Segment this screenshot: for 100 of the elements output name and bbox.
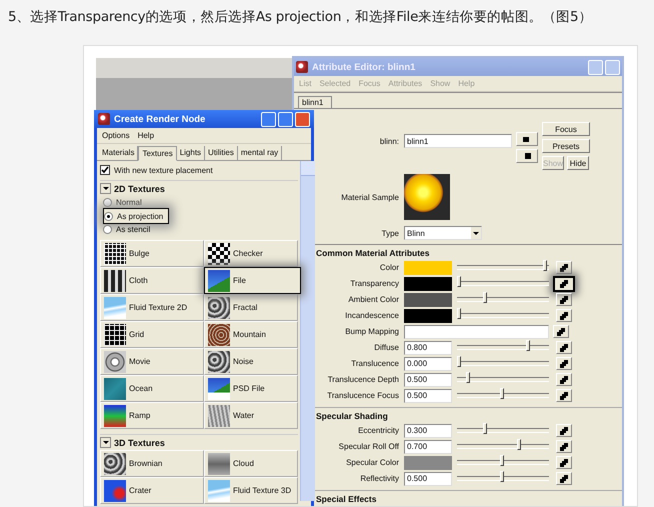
color-swatch[interactable] (404, 292, 452, 307)
texture-item[interactable]: Movie (100, 348, 204, 375)
value-field[interactable]: 0.800 (404, 340, 452, 355)
menu-item[interactable]: Help (138, 131, 154, 140)
color-swatch[interactable] (404, 276, 452, 291)
texture-item[interactable]: Cloth (100, 267, 204, 294)
output-connection-icon[interactable] (516, 149, 538, 163)
texture-item[interactable]: Ocean (100, 375, 204, 402)
slider-thumb[interactable] (500, 471, 504, 482)
checkbox-label: With new texture placement (114, 166, 213, 174)
landscape-icon (208, 270, 230, 292)
attribute-label: Eccentricity (357, 426, 400, 436)
radio-option[interactable]: As projection (103, 208, 169, 224)
attribute-label: Transparency (349, 279, 400, 288)
collapse-toggle[interactable] (100, 183, 111, 194)
section-heading: 2D Textures (114, 184, 165, 194)
attribute-label: Reflectivity (359, 474, 400, 484)
value-field[interactable]: 0.500 (404, 388, 452, 403)
attribute-label: Translucence Focus (326, 391, 400, 400)
rocky-texture-icon (208, 324, 230, 346)
texture-item[interactable]: Mountain (204, 321, 298, 348)
texture-item[interactable]: Checker (204, 240, 298, 267)
section-heading[interactable]: Specular Shading (316, 408, 390, 423)
input-field[interactable] (404, 324, 549, 339)
value-field[interactable]: 0.700 (404, 440, 452, 454)
slider-thumb[interactable] (457, 356, 461, 368)
slider-thumb[interactable] (543, 260, 547, 272)
node-tab[interactable]: blinn1 (298, 96, 332, 108)
value-field[interactable]: 0.300 (404, 424, 452, 438)
name-field[interactable]: blinn1 (404, 134, 512, 148)
tab[interactable]: Lights (176, 146, 206, 160)
tab[interactable]: Utilities (205, 146, 238, 160)
texture-item[interactable]: Grid (100, 321, 204, 348)
checker-icon (208, 242, 230, 264)
slider-thumb[interactable] (517, 439, 522, 450)
ocean-texture-icon (104, 378, 126, 400)
step-caption: 5、选择Transparency的选项，然后选择As projection，和选择File来连结你要的帖图。（图5） (8, 8, 592, 26)
checker-icon (560, 442, 568, 451)
section-heading: 3D Textures (114, 438, 165, 448)
radio-option[interactable]: As stencil (103, 225, 167, 234)
texture-item[interactable]: Bulge (100, 240, 204, 267)
value-field[interactable]: 0.500 (404, 472, 452, 486)
texture-item[interactable]: Noise (204, 348, 298, 375)
radio-option[interactable]: Normal (103, 198, 167, 207)
attribute-label: Color (378, 263, 400, 272)
panel-button[interactable]: Hide (567, 156, 589, 170)
checker-icon (560, 344, 568, 352)
slider-thumb[interactable] (457, 308, 461, 320)
slider-thumb[interactable] (526, 340, 530, 352)
type-dropdown[interactable]: Blinn (404, 226, 482, 240)
value-field[interactable]: 0.000 (404, 356, 452, 371)
gradient-icon (104, 404, 126, 426)
checker-icon (560, 474, 568, 483)
color-swatch[interactable] (404, 260, 452, 275)
collapse-toggle[interactable] (100, 437, 111, 448)
panel-button[interactable]: Focus (542, 122, 590, 136)
checker-icon (560, 312, 568, 320)
landscape-icon (208, 378, 230, 400)
color-swatch[interactable] (404, 308, 452, 323)
checker-icon (557, 328, 565, 336)
texture-item[interactable]: PSD File (204, 375, 298, 402)
wave-texture-icon (104, 296, 126, 318)
checker-icon (560, 296, 568, 304)
value-field[interactable]: 0.500 (404, 372, 452, 387)
slider-thumb[interactable] (482, 292, 487, 304)
texture-item[interactable]: Fluid Texture 2D (100, 294, 204, 321)
texture-item[interactable]: Water (204, 402, 298, 429)
grid-icon (104, 324, 126, 346)
texture-item[interactable]: File (204, 267, 301, 294)
color-swatch[interactable] (404, 456, 452, 470)
window-title: Create Render Node (114, 114, 206, 124)
texture-item[interactable]: Cloud (204, 450, 298, 477)
brownian-texture-icon (104, 452, 126, 474)
checker-icon (560, 280, 568, 288)
menu-item[interactable]: Options (102, 131, 130, 140)
map-button[interactable] (553, 276, 575, 292)
attribute-label: Ambient Color (347, 295, 400, 304)
texture-item[interactable]: Fractal (204, 294, 298, 321)
slider-thumb[interactable] (457, 276, 461, 288)
texture-item[interactable]: Fluid Texture 3D (204, 477, 298, 504)
panel-button[interactable]: Presets (542, 139, 590, 153)
texture-item[interactable]: Crater (100, 477, 204, 504)
slider-thumb[interactable] (500, 455, 504, 466)
slider-thumb[interactable] (500, 388, 504, 400)
texture-item[interactable]: Brownian (100, 450, 204, 477)
cloth-texture-icon (104, 270, 126, 292)
field-label: Type (380, 228, 400, 238)
slider-thumb[interactable] (466, 372, 470, 384)
slider-thumb[interactable] (482, 423, 487, 434)
tab[interactable]: Textures (138, 146, 177, 161)
tab[interactable]: mental ray (238, 146, 282, 160)
section-heading[interactable]: Common Material Attributes (316, 245, 432, 260)
input-connection-icon[interactable] (516, 132, 538, 146)
section-heading[interactable]: Special Effects (316, 491, 378, 506)
checkbox[interactable] (100, 165, 110, 175)
texture-item[interactable]: Ramp (100, 402, 204, 429)
checker-icon (560, 264, 568, 272)
scrollbar[interactable] (300, 161, 315, 501)
attribute-label: Specular Color (345, 458, 400, 468)
attribute-label: Incandescence (344, 311, 400, 320)
